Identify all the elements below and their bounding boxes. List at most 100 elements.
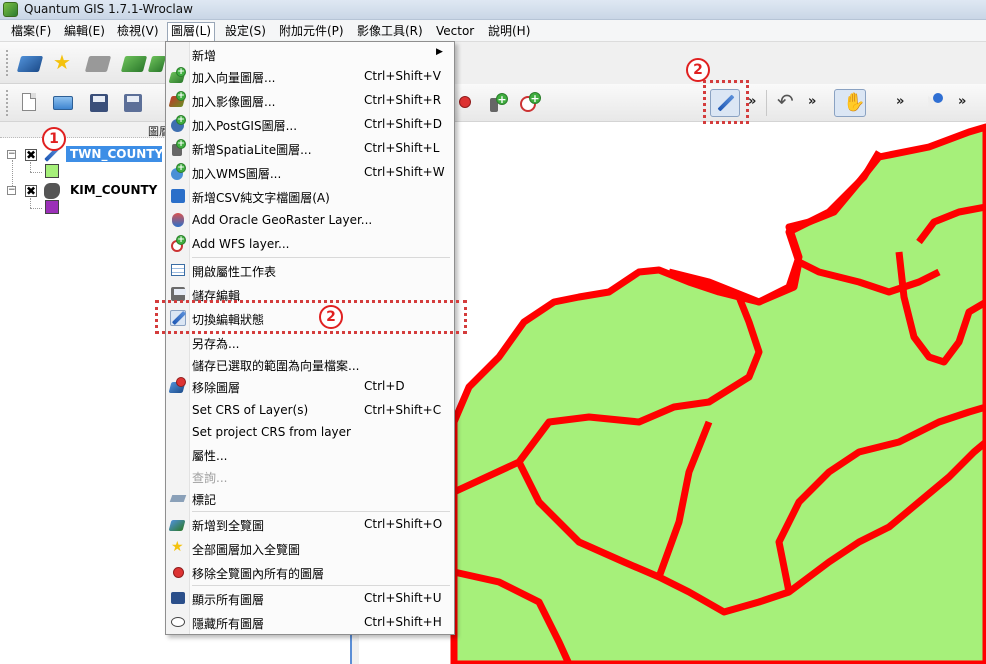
layer-name[interactable]: TWN_COUNTY (66, 146, 163, 162)
menu-item-label: Set project CRS from layer (192, 425, 351, 439)
add-vector-toolbar-button[interactable] (16, 50, 44, 76)
menu-file[interactable]: 檔案(F) (8, 23, 54, 40)
layer-visibility-checkbox[interactable]: ✖ (25, 185, 37, 197)
menu-item-label: 加入向量圖層... (192, 71, 276, 85)
menu-view[interactable]: 檢視(V) (114, 23, 162, 40)
menu-plugins[interactable]: 附加元件(P) (276, 23, 347, 40)
menu-item-label: 加入WMS圖層... (192, 167, 282, 181)
menu-item-shortcut: Ctrl+Shift+U (364, 591, 442, 605)
add-spatialite-toolbar-button[interactable]: + (484, 90, 510, 116)
layer-visibility-checkbox[interactable]: ✖ (25, 149, 37, 161)
save-disk-icon (90, 94, 108, 112)
toolbar-grip[interactable] (6, 90, 9, 116)
menu-item-label: 新增到全覽圖 (192, 519, 265, 533)
layer-symbol-swatch (45, 200, 59, 214)
menu-item-label: Add WFS layer... (192, 237, 290, 251)
toolbar-overflow-chevron[interactable]: » (896, 94, 904, 109)
menu-vector[interactable]: Vector (433, 23, 477, 40)
qgis-logo-icon (3, 2, 18, 17)
highlight-toggle-editing-toolbar (703, 80, 749, 124)
remove-layer-toolbar-button[interactable] (84, 50, 112, 76)
menu-item-properties[interactable]: 屬性... (166, 442, 454, 466)
menu-item-label: 加入影像圖層... (192, 95, 276, 109)
star-icon: ★ (53, 50, 71, 74)
add-wms-icon: + (170, 163, 186, 180)
tree-connector (30, 198, 31, 208)
menu-item-labeling[interactable]: 標記 (166, 486, 454, 510)
menu-item-add-to-overview[interactable]: 新增到全覽圖 Ctrl+Shift+O (166, 512, 454, 536)
remove-icon (459, 96, 471, 108)
toolbar-separator (766, 90, 767, 116)
menu-item-remove-layer[interactable]: 移除圖層 Ctrl+D (166, 374, 454, 398)
polygon-layer-icon (44, 183, 60, 199)
print-button[interactable] (152, 90, 164, 116)
menu-item-label: 顯示所有圖層 (192, 593, 265, 607)
toolbar-file: + + » ↶ » ✋ » » (0, 84, 986, 122)
menu-item-hide-all-layers[interactable]: 隱藏所有圖層 Ctrl+Shift+H (166, 610, 454, 634)
add-wms-toolbar-button[interactable]: + (516, 90, 542, 116)
identify-features-button[interactable] (920, 90, 946, 116)
toolbar-overflow-chevron[interactable]: » (808, 94, 816, 109)
menu-item-add-vector[interactable]: + 加入向量圖層... Ctrl+Shift+V (166, 64, 454, 88)
menu-item-new[interactable]: 新增 ▶ (166, 42, 454, 66)
open-project-button[interactable] (50, 90, 76, 116)
collapse-icon[interactable]: − (7, 186, 16, 195)
add-overview-toolbar-button[interactable] (120, 50, 148, 76)
menu-item-shortcut: Ctrl+D (364, 379, 405, 393)
menu-item-add-wfs[interactable]: + Add WFS layer... (166, 232, 454, 256)
pan-tool-button[interactable]: ✋ (834, 89, 866, 117)
menu-item-show-all-layers[interactable]: 顯示所有圖層 Ctrl+Shift+U (166, 586, 454, 610)
menu-item-set-project-crs[interactable]: Set project CRS from layer (166, 420, 454, 444)
menu-item-add-all-to-overview[interactable]: ★ 全部圖層加入全覽圖 (166, 536, 454, 560)
add-favorite-toolbar-button[interactable]: ★ (50, 50, 76, 76)
menu-layer[interactable]: 圖層(L) (167, 22, 216, 42)
remove-layer-toolbar-button-2[interactable] (452, 90, 478, 116)
menu-item-remove-all-from-overview[interactable]: 移除全覽圖內所有的圖層 (166, 560, 454, 584)
toolbar-overflow-chevron[interactable]: » (748, 94, 756, 109)
save-project-button[interactable] (86, 90, 112, 116)
menu-item-add-oracle-georaster[interactable]: Add Oracle GeoRaster Layer... (166, 208, 454, 232)
menu-item-add-csv[interactable]: 新增CSV純文字檔圖層(A) (166, 184, 454, 208)
menu-item-label: 儲存已選取的範圍為向量檔案... (192, 359, 360, 373)
annotation-marker-2: 2 (686, 58, 710, 82)
new-project-button[interactable] (16, 90, 42, 116)
menu-item-add-raster[interactable]: + 加入影像圖層... Ctrl+Shift+R (166, 88, 454, 112)
layer-symbol-swatch (45, 164, 59, 178)
menu-help[interactable]: 說明(H) (485, 23, 533, 40)
menu-raster[interactable]: 影像工具(R) (354, 23, 426, 40)
tree-connector (30, 162, 31, 172)
submenu-arrow-icon: ▶ (436, 47, 443, 57)
add-raster-icon: + (168, 91, 186, 108)
menu-item-add-wms[interactable]: + 加入WMS圖層... Ctrl+Shift+W (166, 160, 454, 184)
menu-edit[interactable]: 編輯(E) (61, 23, 108, 40)
menu-item-save-selection-as-vector[interactable]: 儲存已選取的範圍為向量檔案... (166, 352, 454, 376)
add-vector-icon: + (168, 67, 186, 84)
save-as-button[interactable] (120, 90, 146, 116)
add-overview-icon (168, 516, 186, 532)
layer-name[interactable]: KIM_COUNTY (66, 182, 161, 198)
menu-item-add-postgis[interactable]: + 加入PostGIS圖層... Ctrl+Shift+D (166, 112, 454, 136)
remove-layer-icon (168, 377, 186, 394)
menu-item-label: 屬性... (192, 449, 228, 463)
add-spatialite-icon: + (170, 139, 186, 156)
layer-menu-dropdown: 新增 ▶ + 加入向量圖層... Ctrl+Shift+V + 加入影像圖層..… (165, 41, 455, 635)
toolbar-overflow-chevron[interactable]: » (958, 94, 966, 109)
menu-bar: 檔案(F) 編輯(E) 檢視(V) 圖層(L) 設定(S) 附加元件(P) 影像… (0, 20, 986, 42)
add-csv-icon (170, 188, 186, 204)
menu-settings[interactable]: 設定(S) (222, 23, 269, 40)
oracle-icon (170, 212, 186, 228)
menu-item-label: 查詢... (192, 471, 228, 485)
menu-item-set-layer-crs[interactable]: Set CRS of Layer(s) Ctrl+Shift+C (166, 398, 454, 422)
info-icon (933, 93, 943, 103)
collapse-icon[interactable]: − (7, 150, 16, 159)
undo-button[interactable]: ↶ (774, 90, 800, 116)
toolbar-grip[interactable] (6, 50, 9, 76)
green-layer-icon (120, 56, 148, 72)
tree-connector (30, 172, 42, 173)
menu-item-open-attribute-table[interactable]: 開啟屬性工作表 (166, 258, 454, 282)
menu-item-shortcut: Ctrl+Shift+V (364, 69, 441, 83)
menu-item-shortcut: Ctrl+Shift+W (364, 165, 445, 179)
menu-item-new-spatialite[interactable]: + 新增SpatiaLite圖層... Ctrl+Shift+L (166, 136, 454, 160)
grey-layer-icon (84, 56, 112, 72)
title-bar: Quantum GIS 1.7.1-Wroclaw (0, 0, 986, 20)
